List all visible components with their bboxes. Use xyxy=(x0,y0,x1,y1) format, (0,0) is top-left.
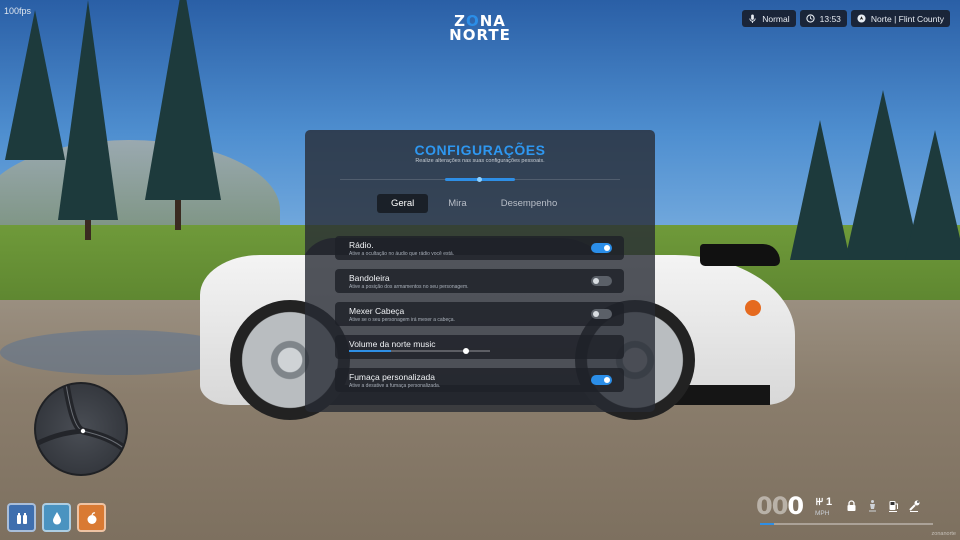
pine-tree xyxy=(905,130,960,260)
radio-toggle[interactable] xyxy=(591,243,612,253)
footer-watermark: zonanorte xyxy=(931,531,956,537)
tab-mira[interactable]: Mira xyxy=(434,194,480,213)
microphone-icon xyxy=(749,14,756,23)
minimap xyxy=(34,382,128,476)
car-spoiler xyxy=(700,244,780,266)
option-description: Ative a ocultação no áudio que rádio voc… xyxy=(349,250,455,257)
volume-slider[interactable] xyxy=(349,348,490,354)
car-taillight xyxy=(745,300,761,316)
water-drop-icon xyxy=(52,511,61,524)
speed-value: 0 xyxy=(787,492,804,520)
vehicle-status-icons xyxy=(845,499,921,512)
tab-desempenho[interactable]: Desempenho xyxy=(487,194,572,213)
settings-title: CONFIGURAÇÕES xyxy=(414,142,546,158)
gear-value: 1 xyxy=(826,496,833,508)
volume-slider-thumb[interactable] xyxy=(463,348,470,354)
settings-tabs: Geral Mira Desempenho xyxy=(377,194,571,213)
player-needs xyxy=(7,503,106,532)
option-volume-norte-music: Volume da norte music xyxy=(335,335,624,359)
wrench-icon xyxy=(909,500,920,512)
option-description: Ative se o seu personagem irá mexer a ca… xyxy=(349,316,455,323)
clock-text: 13:53 xyxy=(819,13,841,24)
pine-tree xyxy=(5,10,65,160)
speed-leading-zeros: 00 xyxy=(756,492,788,520)
mexer-cabeca-toggle[interactable] xyxy=(591,309,612,319)
option-description: Ative a desative a fumaça personalizada. xyxy=(349,382,441,389)
pine-tree xyxy=(790,120,850,260)
fuel-icon xyxy=(889,501,898,512)
status-bar: Normal 13:53 Norte | Flint County xyxy=(742,10,950,27)
option-label: Volume da norte music xyxy=(349,339,436,349)
speed-unit: MPH xyxy=(815,510,830,517)
clock-icon xyxy=(806,14,815,23)
clock-badge: 13:53 xyxy=(799,10,847,27)
hydration-indicator xyxy=(42,503,71,532)
lock-icon xyxy=(847,500,856,511)
option-bandoleira: Bandoleira Ative a posição dos armamento… xyxy=(335,269,624,293)
hunger-indicator xyxy=(77,503,106,532)
pine-tree xyxy=(145,0,221,200)
tab-geral[interactable]: Geral xyxy=(377,194,429,213)
option-mexer-cabeca: Mexer Cabeça Ative se o seu personagem i… xyxy=(335,302,624,326)
speed-progress-track xyxy=(760,523,933,525)
pine-tree xyxy=(58,0,118,220)
logo-line-2: NORTE xyxy=(449,26,511,44)
option-label: Mexer Cabeça xyxy=(349,306,405,316)
volume-slider-fill xyxy=(349,350,392,352)
settings-subtitle: Realize alterações nas suas configuraçõe… xyxy=(415,158,545,164)
location-text: Norte | Flint County xyxy=(870,13,944,24)
thirst-indicator xyxy=(7,503,36,532)
location-badge: Norte | Flint County xyxy=(850,10,950,27)
header-divider-dot xyxy=(477,177,482,182)
option-radio: Rádio. Ative a ocultação no áudio que rá… xyxy=(335,236,624,260)
minimap-roads xyxy=(36,384,126,456)
bandoleira-toggle[interactable] xyxy=(591,276,612,286)
water-bottle-icon xyxy=(16,512,27,524)
seatbelt-icon xyxy=(869,500,876,512)
fps-counter: 100fps xyxy=(4,6,32,16)
option-label: Bandoleira xyxy=(349,273,390,283)
server-logo: ZONA NORTE xyxy=(430,14,530,44)
speed-progress-fill xyxy=(760,523,774,525)
location-icon xyxy=(857,14,866,23)
gear-indicator: 1 xyxy=(815,496,832,508)
speedometer: 000 xyxy=(756,492,804,520)
fumaca-toggle[interactable] xyxy=(591,375,612,385)
option-label: Rádio. xyxy=(349,240,374,250)
settings-modal: CONFIGURAÇÕES Realize alterações nas sua… xyxy=(305,130,655,412)
voice-mode-badge: Normal xyxy=(742,10,796,27)
voice-mode-text: Normal xyxy=(762,13,790,24)
option-fumaca-personalizada: Fumaça personalizada Ative a desative a … xyxy=(335,368,624,392)
option-description: Ative a posição dos armamentos no seu pe… xyxy=(349,283,469,290)
option-label: Fumaça personalizada xyxy=(349,372,435,382)
food-apple-icon xyxy=(87,511,96,524)
settings-options-list: Rádio. Ative a ocultação no áudio que rá… xyxy=(335,236,624,401)
gearbox-icon xyxy=(816,497,823,506)
